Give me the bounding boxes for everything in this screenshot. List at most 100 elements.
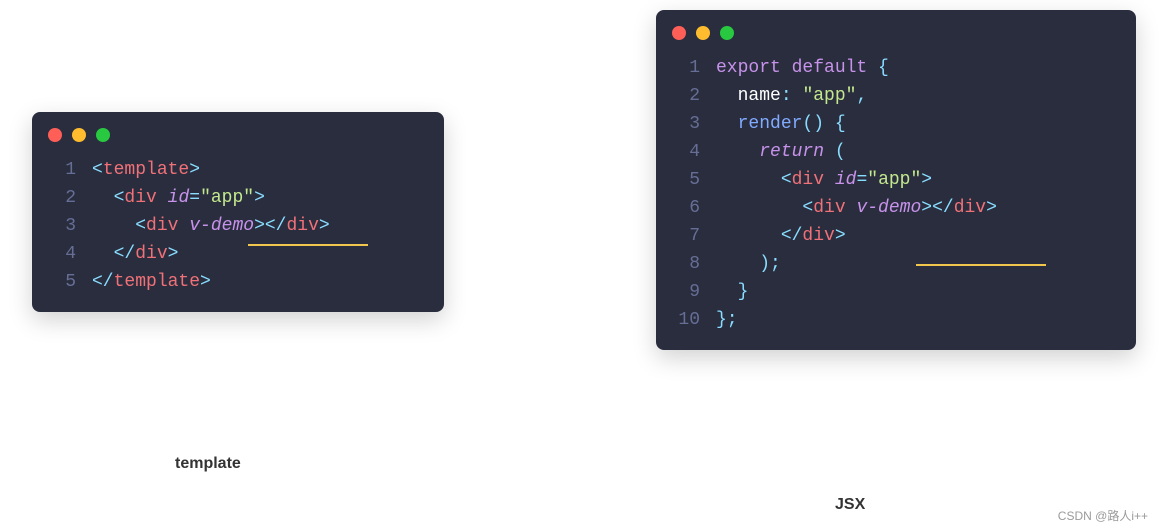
line-number: 5 (32, 268, 92, 296)
token: > (200, 272, 211, 292)
line-number: 9 (656, 278, 716, 306)
traffic-lights (656, 26, 1136, 54)
token: render (738, 114, 803, 134)
token: > (921, 198, 932, 218)
window-max-icon (96, 128, 110, 142)
underline-highlight (916, 264, 1046, 266)
line-number: 10 (656, 306, 716, 334)
line-number: 2 (32, 184, 92, 212)
token: div (146, 216, 189, 236)
token: > (168, 244, 179, 264)
line-number: 3 (656, 110, 716, 138)
token: div (135, 244, 167, 264)
line-content: }; (716, 306, 1136, 334)
window-min-icon (696, 26, 710, 40)
line-content: <div v-demo></div> (716, 194, 1136, 222)
code-line: 3 <div v-demo></div> (32, 212, 444, 240)
code-body-left: 1<template>2 <div id="app">3 <div v-demo… (32, 156, 444, 296)
code-line: 10}; (656, 306, 1136, 334)
traffic-lights (32, 128, 444, 156)
token: </ (92, 272, 114, 292)
line-content: </template> (92, 268, 444, 296)
token: > (921, 170, 932, 190)
token: < (92, 160, 103, 180)
line-content: <div v-demo></div> (92, 212, 444, 240)
token: > (835, 226, 846, 246)
code-line: 2 name: "app", (656, 82, 1136, 110)
underline-highlight (248, 244, 368, 246)
code-window-jsx: 1export default {2 name: "app",3 render(… (656, 10, 1136, 350)
token: > (189, 160, 200, 180)
code-line: 8 ); (656, 250, 1136, 278)
token: > (319, 216, 330, 236)
line-number: 5 (656, 166, 716, 194)
code-line: 1<template> (32, 156, 444, 184)
window-close-icon (672, 26, 686, 40)
token: = (856, 170, 867, 190)
line-number: 2 (656, 82, 716, 110)
token: </ (932, 198, 954, 218)
token: { (878, 58, 889, 78)
line-number: 7 (656, 222, 716, 250)
token: < (114, 188, 125, 208)
token: : (781, 86, 803, 106)
line-content: return ( (716, 138, 1136, 166)
token: return (759, 142, 835, 162)
code-line: 5 <div id="app"> (656, 166, 1136, 194)
token: </ (781, 226, 803, 246)
code-line: 5</template> (32, 268, 444, 296)
line-number: 6 (656, 194, 716, 222)
caption-template: template (175, 455, 241, 473)
line-content: name: "app", (716, 82, 1136, 110)
token: "app" (802, 86, 856, 106)
token: > (254, 188, 265, 208)
token: </ (265, 216, 287, 236)
line-number: 4 (656, 138, 716, 166)
token: < (135, 216, 146, 236)
window-max-icon (720, 26, 734, 40)
line-content: render() { (716, 110, 1136, 138)
token: div (286, 216, 318, 236)
token: id (168, 188, 190, 208)
token: div (792, 170, 835, 190)
line-content: </div> (716, 222, 1136, 250)
code-line: 3 render() { (656, 110, 1136, 138)
window-min-icon (72, 128, 86, 142)
line-number: 8 (656, 250, 716, 278)
code-window-template: 1<template>2 <div id="app">3 <div v-demo… (32, 112, 444, 312)
token: > (254, 216, 265, 236)
line-content: <div id="app"> (92, 184, 444, 212)
code-body-right: 1export default {2 name: "app",3 render(… (656, 54, 1136, 334)
line-number: 3 (32, 212, 92, 240)
watermark: CSDN @路人i++ (1058, 507, 1148, 524)
token: v-demo (189, 216, 254, 236)
line-content: <template> (92, 156, 444, 184)
line-content: } (716, 278, 1136, 306)
token: v-demo (856, 198, 921, 218)
code-line: 1export default { (656, 54, 1136, 82)
token: id (835, 170, 857, 190)
token: export default (716, 58, 878, 78)
window-close-icon (48, 128, 62, 142)
token: template (114, 272, 200, 292)
token: div (954, 198, 986, 218)
token: "app" (200, 188, 254, 208)
token: ); (759, 254, 781, 274)
code-line: 4 return ( (656, 138, 1136, 166)
line-number: 1 (32, 156, 92, 184)
code-line: 7 </div> (656, 222, 1136, 250)
token: = (189, 188, 200, 208)
token: template (103, 160, 189, 180)
token: } (738, 282, 749, 302)
token: "app" (867, 170, 921, 190)
token: () { (802, 114, 845, 134)
token: > (986, 198, 997, 218)
line-number: 1 (656, 54, 716, 82)
line-content: export default { (716, 54, 1136, 82)
code-line: 9 } (656, 278, 1136, 306)
token: div (802, 226, 834, 246)
code-line: 4 </div> (32, 240, 444, 268)
line-content: <div id="app"> (716, 166, 1136, 194)
token: </ (114, 244, 136, 264)
token: div (813, 198, 856, 218)
